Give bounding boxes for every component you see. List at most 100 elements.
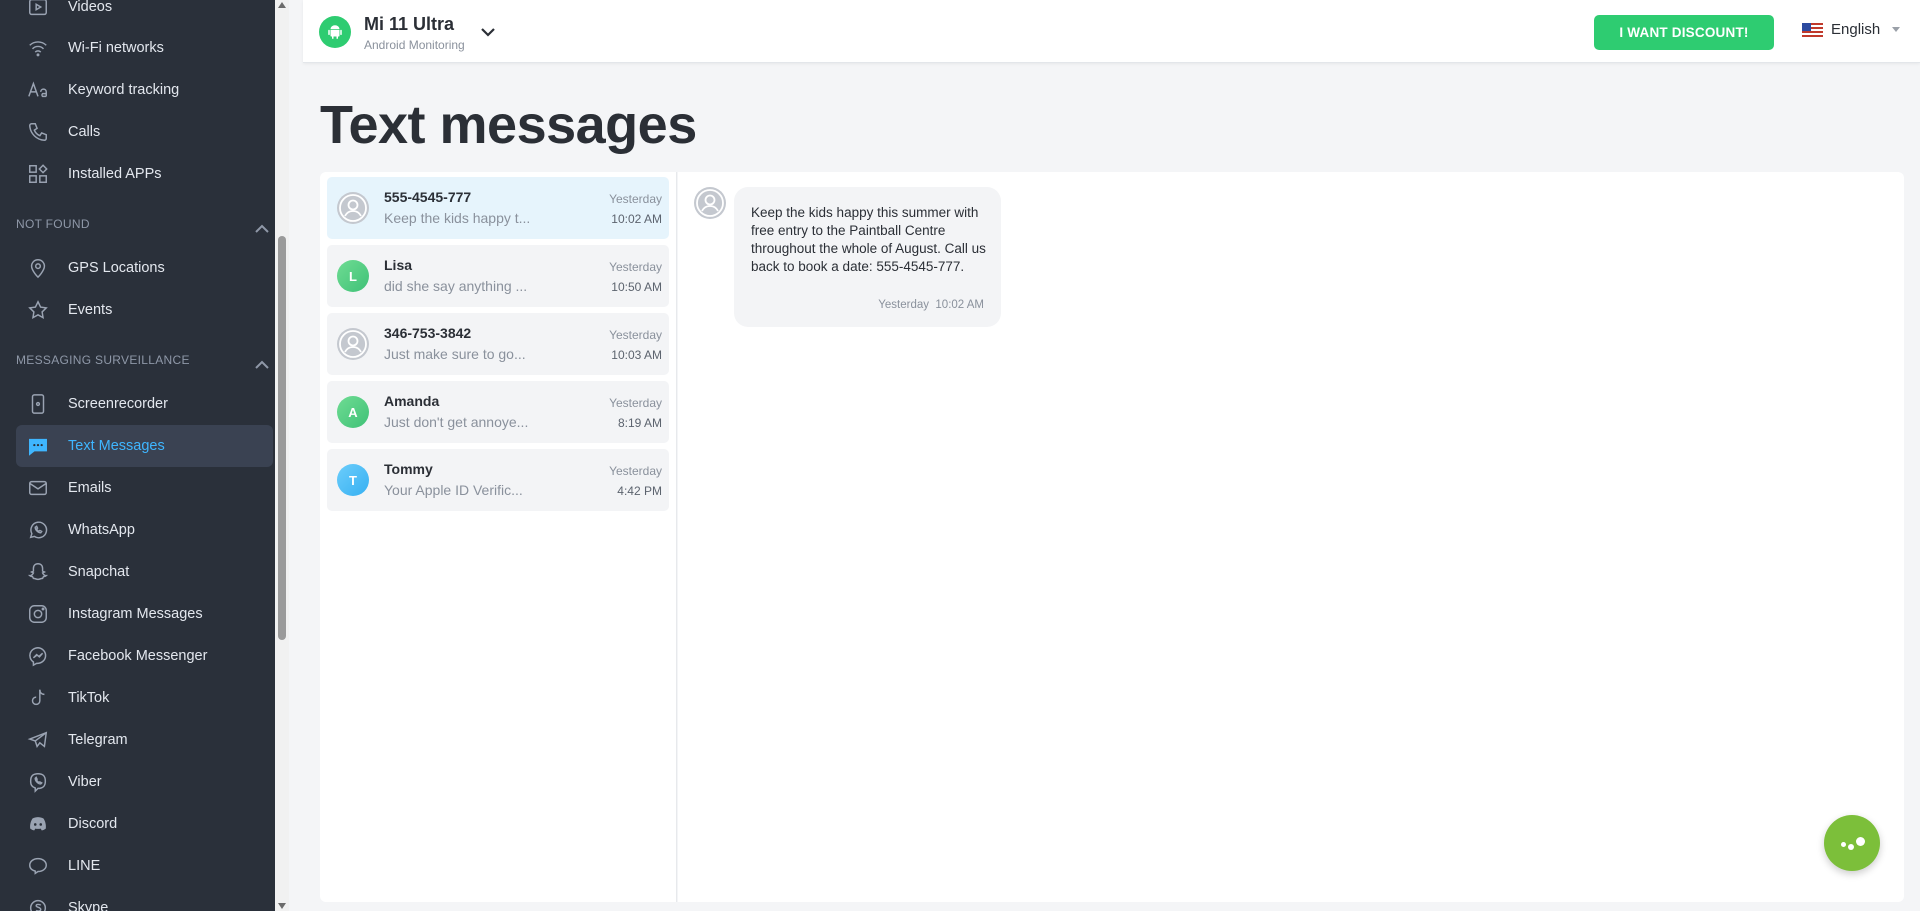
conversation-item[interactable]: L Lisa did she say anything ... Yesterda… [327, 245, 669, 307]
sidebar-scrollbar[interactable] [275, 0, 289, 911]
screenrecorder-icon [26, 392, 50, 416]
snapchat-icon [26, 560, 50, 584]
sidebar-item-label: Emails [68, 480, 112, 496]
sidebar-item-videos[interactable]: Videos [16, 0, 273, 28]
conversation-item[interactable]: A Amanda Just don't get annoye... Yester… [327, 381, 669, 443]
sidebar-item-label: GPS Locations [68, 260, 165, 276]
sidebar-item-label: WhatsApp [68, 522, 135, 538]
sidebar-item-skype[interactable]: Skype [16, 887, 273, 911]
sidebar-item-installed-apps[interactable]: Installed APPs [16, 153, 273, 195]
sidebar-item-telegram[interactable]: Telegram [16, 719, 273, 761]
avatar: A [337, 396, 369, 428]
sidebar-item-tiktok[interactable]: TikTok [16, 677, 273, 719]
keyword-icon [26, 78, 50, 102]
scroll-up-arrow-icon[interactable] [278, 2, 286, 8]
message-date: Yesterday [878, 299, 930, 311]
message-time: 10:02 AM [935, 299, 984, 311]
location-icon [26, 256, 50, 280]
language-label: English [1831, 21, 1881, 38]
chat-support-button[interactable] [1824, 815, 1880, 871]
device-name[interactable]: Mi 11 Ultra [364, 14, 454, 35]
scroll-down-arrow-icon[interactable] [278, 903, 286, 909]
sidebar-item-label: Wi-Fi networks [68, 40, 164, 56]
section-not-found[interactable]: NOT FOUND [16, 214, 273, 234]
conversation-time: 8:19 AM [617, 416, 662, 430]
sidebar-item-label: Viber [68, 774, 102, 790]
conversation-preview: Just don't get annoye... [384, 414, 529, 430]
email-icon [26, 476, 50, 500]
chevron-down-icon[interactable] [481, 24, 497, 37]
device-subtitle: Android Monitoring [364, 38, 465, 52]
sidebar-item-facebook-messenger[interactable]: Facebook Messenger [16, 635, 273, 677]
conversation-date: Yesterday [609, 328, 662, 342]
conversation-item[interactable]: 346-753-3842 Just make sure to go... Yes… [327, 313, 669, 375]
sidebar-item-keyword-tracking[interactable]: Keyword tracking [16, 69, 273, 111]
tiktok-icon [26, 686, 50, 710]
message-text: Keep the kids happy this summer with fre… [751, 205, 986, 274]
conversation-item[interactable]: T Tommy Your Apple ID Verific... Yesterd… [327, 449, 669, 511]
whatsapp-icon [26, 518, 50, 542]
messenger-icon [26, 644, 50, 668]
conversation-list: 555-4545-777 Keep the kids happy t... Ye… [320, 172, 677, 902]
sidebar-item-viber[interactable]: Viber [16, 761, 273, 803]
sidebar-item-label: LINE [68, 858, 101, 874]
conversation-time: 10:03 AM [611, 348, 662, 362]
sidebar-item-wifi[interactable]: Wi-Fi networks [16, 27, 273, 69]
conversation-date: Yesterday [609, 260, 662, 274]
android-icon [319, 16, 351, 48]
avatar-person-icon [337, 328, 369, 360]
conversation-name: 346-753-3842 [384, 325, 472, 341]
sidebar-item-label: Instagram Messages [68, 606, 203, 622]
sidebar: Videos Wi-Fi networks Keyword tracking C… [0, 0, 289, 911]
caret-down-icon [1892, 27, 1901, 32]
language-selector[interactable]: English [1802, 21, 1901, 38]
conversation-name: Amanda [384, 393, 440, 409]
chat-dot-icon [1841, 842, 1846, 847]
sidebar-item-label: Telegram [68, 732, 128, 748]
sidebar-item-events[interactable]: Events [16, 289, 273, 331]
sidebar-item-label: Keyword tracking [68, 82, 180, 98]
conversation-time: 4:42 PM [617, 484, 662, 498]
sidebar-item-label: Videos [68, 0, 113, 15]
discord-icon [26, 812, 50, 836]
chat-dot-icon [1856, 837, 1865, 846]
sidebar-item-label: Discord [68, 816, 118, 832]
sidebar-item-text-messages[interactable]: Text Messages [16, 425, 273, 467]
us-flag-icon [1802, 22, 1823, 37]
sidebar-item-line[interactable]: LINE [16, 845, 273, 887]
discount-button[interactable]: I WANT DISCOUNT! [1594, 15, 1774, 50]
sidebar-item-discord[interactable]: Discord [16, 803, 273, 845]
conversation-item[interactable]: 555-4545-777 Keep the kids happy t... Ye… [327, 177, 669, 239]
conversation-time: 10:50 AM [611, 280, 662, 294]
chat-dot-icon [1848, 844, 1854, 850]
sidebar-item-whatsapp[interactable]: WhatsApp [16, 509, 273, 551]
conversation-preview: did she say anything ... [384, 278, 528, 294]
avatar-person-icon [337, 192, 369, 224]
sidebar-item-calls[interactable]: Calls [16, 111, 273, 153]
video-icon [26, 0, 50, 19]
sidebar-item-snapchat[interactable]: Snapchat [16, 551, 273, 593]
apps-icon [26, 162, 50, 186]
conversation-preview: Keep the kids happy t... [384, 210, 531, 226]
sidebar-item-label: Events [68, 302, 113, 318]
sidebar-item-instagram-messages[interactable]: Instagram Messages [16, 593, 273, 635]
avatar: L [337, 260, 369, 292]
sidebar-item-label: Installed APPs [68, 166, 162, 182]
section-title: MESSAGING SURVEILLANCE [16, 353, 190, 367]
section-title: NOT FOUND [16, 217, 90, 231]
sidebar-item-screenrecorder[interactable]: Screenrecorder [16, 383, 273, 425]
sms-icon [26, 434, 50, 458]
conversation-time: 10:02 AM [611, 212, 662, 226]
sidebar-item-label: Screenrecorder [68, 396, 168, 412]
scrollbar-thumb[interactable] [278, 236, 286, 640]
instagram-icon [26, 602, 50, 626]
conversation-name: Lisa [384, 257, 413, 273]
section-messaging-surveillance[interactable]: MESSAGING SURVEILLANCE [16, 350, 273, 370]
conversation-date: Yesterday [609, 464, 662, 478]
sidebar-item-gps-locations[interactable]: GPS Locations [16, 247, 273, 289]
sidebar-item-emails[interactable]: Emails [16, 467, 273, 509]
line-icon [26, 854, 50, 878]
conversation-name: 555-4545-777 [384, 189, 472, 205]
message-timestamp: Yesterday 10:02 AM [878, 299, 984, 311]
telegram-icon [26, 728, 50, 752]
